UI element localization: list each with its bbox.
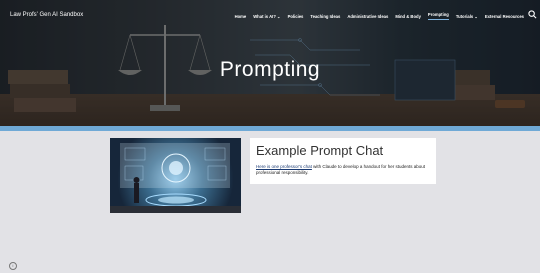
nav-external-resources[interactable]: External Resources xyxy=(485,14,524,19)
ai-illustration-art xyxy=(110,143,241,213)
nav-tutorials[interactable]: Tutorials ⌄ xyxy=(456,14,478,19)
nav-menu: Home What is AI? ⌄ Policies Teaching Ide… xyxy=(235,12,524,20)
hero-accent-bar xyxy=(0,126,540,131)
nav-home[interactable]: Home xyxy=(235,14,247,19)
professor-chat-link[interactable]: Here is one professor's chat xyxy=(256,164,312,169)
nav-what-is-ai[interactable]: What is AI? ⌄ xyxy=(253,14,280,19)
nav-prompting[interactable]: Prompting xyxy=(427,12,449,20)
search-icon[interactable] xyxy=(528,10,537,19)
example-card-title: Example Prompt Chat xyxy=(256,143,384,158)
site-title[interactable]: Law Profs' Gen AI Sandbox xyxy=(10,12,83,18)
info-icon[interactable]: i xyxy=(9,262,17,270)
nav-policies[interactable]: Policies xyxy=(288,14,304,19)
page-title: Prompting xyxy=(219,58,321,81)
nav-teaching-ideas[interactable]: Teaching Ideas xyxy=(310,14,340,19)
example-card: Example Prompt Chat Here is one professo… xyxy=(250,138,436,184)
nav-administrative-ideas[interactable]: Administrative Ideas xyxy=(347,14,388,19)
example-card-body: Here is one professor's chat with Claude… xyxy=(256,164,430,176)
nav-mind-body[interactable]: Mind & Body xyxy=(395,14,421,19)
top-nav: Law Profs' Gen AI Sandbox Home What is A… xyxy=(0,0,540,30)
ai-illustration-image xyxy=(110,138,241,213)
example-section: Example Prompt Chat Here is one professo… xyxy=(110,138,440,214)
